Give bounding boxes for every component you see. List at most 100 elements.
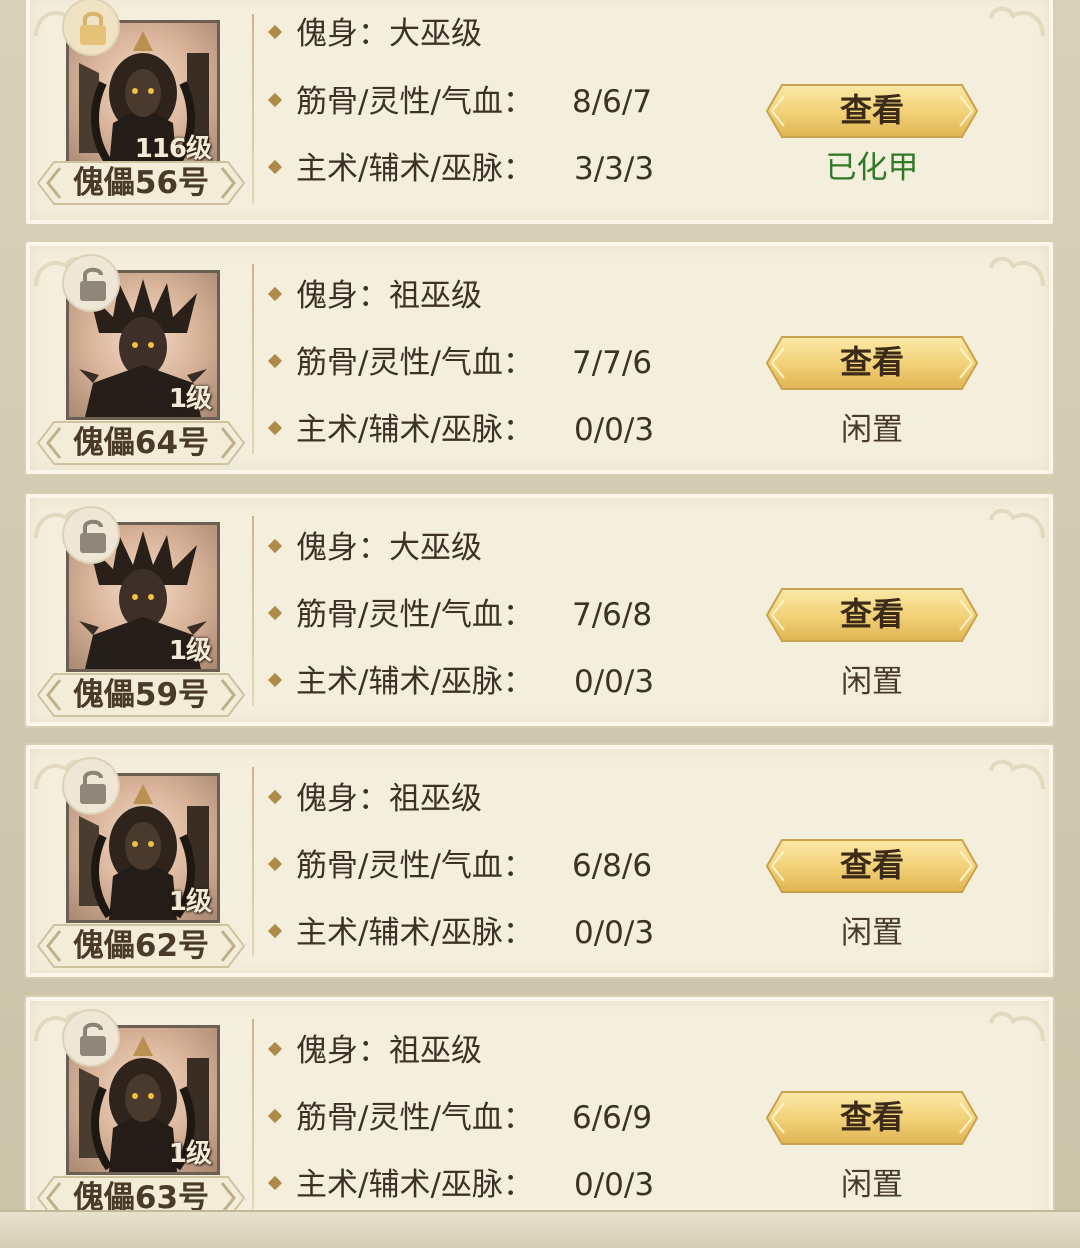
lock-closed-icon (80, 11, 106, 45)
diamond-bullet-icon (267, 1041, 283, 1056)
cloud-ornament-icon (989, 508, 1045, 539)
lock-toggle[interactable] (62, 0, 120, 56)
puppet-name-ribbon: 傀儡64号 (34, 418, 248, 468)
skills-value: 0/0/3 (574, 412, 655, 448)
puppet-level: 1级 (168, 636, 212, 666)
skills-label: 主术/辅术/巫脉： (296, 915, 534, 951)
body-type-row: 傀身：大巫级 (266, 14, 482, 54)
stats-value: 7/6/8 (572, 597, 653, 633)
view-button-label: 查看 (839, 343, 904, 381)
view-button[interactable]: 查看 (764, 82, 980, 140)
view-button[interactable]: 查看 (764, 1089, 980, 1147)
skills-row: 主术/辅术/巫脉： (266, 1165, 534, 1205)
skills-value: 0/0/3 (574, 664, 655, 700)
lock-open-icon (80, 1022, 106, 1056)
stats-label: 筋骨/灵性/气血： (296, 84, 534, 120)
body-type-value: 大巫级 (389, 16, 482, 52)
cloud-ornament-icon (989, 1011, 1045, 1042)
stats-row: 筋骨/灵性/气血： (266, 595, 534, 635)
lock-open-icon (80, 770, 106, 804)
diamond-bullet-icon (267, 159, 283, 174)
stats-value: 6/6/9 (572, 1100, 653, 1136)
divider (252, 767, 254, 957)
puppet-name-ribbon: 傀儡59号 (34, 670, 248, 720)
cloud-ornament-icon (989, 256, 1045, 287)
body-type-prefix: 傀身： (296, 16, 389, 52)
puppet-name: 傀儡59号 (72, 677, 210, 713)
puppet-card: 116级 傀儡56号 傀身：大巫级 筋骨/灵性/气血： 8/6/7 主术/辅术/… (24, 0, 1055, 226)
diamond-bullet-icon (267, 538, 283, 553)
body-type-value: 大巫级 (389, 530, 482, 566)
body-type-row: 傀身：祖巫级 (266, 276, 482, 316)
skills-label: 主术/辅术/巫脉： (296, 151, 534, 187)
stats-value: 8/6/7 (572, 84, 653, 120)
skills-label: 主术/辅术/巫脉： (296, 664, 534, 700)
puppet-level: 1级 (168, 384, 212, 414)
diamond-bullet-icon (267, 789, 283, 804)
divider (252, 516, 254, 706)
divider (252, 264, 254, 454)
skills-value: 3/3/3 (574, 151, 655, 187)
body-type-row: 傀身：祖巫级 (266, 1031, 482, 1071)
view-button[interactable]: 查看 (764, 837, 980, 895)
stats-value: 7/7/6 (572, 345, 653, 381)
divider (252, 14, 254, 204)
view-button-label: 查看 (839, 91, 904, 129)
diamond-bullet-icon (267, 420, 283, 435)
puppet-card: 1级 傀儡59号 傀身：大巫级 筋骨/灵性/气血： 7/6/8 主术/辅术/巫脉… (24, 492, 1055, 728)
cloud-ornament-icon (989, 759, 1045, 790)
divider (252, 1019, 254, 1209)
stats-value: 6/8/6 (572, 848, 653, 884)
lock-open-icon (80, 519, 106, 553)
puppet-name-ribbon: 傀儡62号 (34, 921, 248, 971)
skills-label: 主术/辅术/巫脉： (296, 1167, 534, 1203)
lock-toggle[interactable] (62, 254, 120, 312)
view-button-label: 查看 (839, 595, 904, 633)
view-button[interactable]: 查看 (764, 334, 980, 392)
stats-label: 筋骨/灵性/气血： (296, 1100, 534, 1136)
puppet-card: 1级 傀儡62号 傀身：祖巫级 筋骨/灵性/气血： 6/8/6 主术/辅术/巫脉… (24, 743, 1055, 979)
body-type-row: 傀身：大巫级 (266, 528, 482, 568)
body-type-value: 祖巫级 (389, 278, 482, 314)
stats-label: 筋骨/灵性/气血： (296, 345, 534, 381)
skills-row: 主术/辅术/巫脉： (266, 913, 534, 953)
puppet-name: 傀儡62号 (72, 928, 210, 964)
puppet-name: 傀儡56号 (72, 165, 210, 201)
skills-row: 主术/辅术/巫脉： (266, 662, 534, 702)
puppet-level: 1级 (168, 1139, 212, 1169)
puppet-name-ribbon: 傀儡63号 (34, 1173, 248, 1210)
lock-toggle[interactable] (62, 506, 120, 564)
view-button[interactable]: 查看 (764, 586, 980, 644)
puppet-status: 闲置 (841, 664, 903, 700)
body-type-prefix: 傀身： (296, 1033, 389, 1069)
diamond-bullet-icon (267, 92, 283, 107)
body-type-row: 傀身：祖巫级 (266, 779, 482, 819)
cloud-ornament-icon (989, 6, 1045, 37)
stats-row: 筋骨/灵性/气血： (266, 343, 534, 383)
diamond-bullet-icon (267, 1175, 283, 1190)
puppet-card: 1级 傀儡63号 傀身：祖巫级 筋骨/灵性/气血： 6/6/9 主术/辅术/巫脉… (24, 995, 1055, 1210)
diamond-bullet-icon (267, 24, 283, 39)
diamond-bullet-icon (267, 605, 283, 620)
skills-row: 主术/辅术/巫脉： (266, 410, 534, 450)
skills-value: 0/0/3 (574, 1167, 655, 1203)
puppet-name-ribbon: 傀儡56号 (34, 158, 248, 208)
view-button-label: 查看 (839, 846, 904, 884)
puppet-status: 已化甲 (825, 150, 919, 186)
skills-label: 主术/辅术/巫脉： (296, 412, 534, 448)
skills-value: 0/0/3 (574, 915, 655, 951)
bottom-edge-bar (0, 1210, 1080, 1248)
puppet-name: 傀儡64号 (72, 425, 210, 461)
lock-toggle[interactable] (62, 757, 120, 815)
body-type-prefix: 傀身： (296, 530, 389, 566)
diamond-bullet-icon (267, 672, 283, 687)
stats-row: 筋骨/灵性/气血： (266, 846, 534, 886)
diamond-bullet-icon (267, 923, 283, 938)
puppet-status: 闲置 (841, 412, 903, 448)
puppet-name: 傀儡63号 (72, 1180, 210, 1210)
body-type-prefix: 傀身： (296, 278, 389, 314)
diamond-bullet-icon (267, 353, 283, 368)
lock-toggle[interactable] (62, 1009, 120, 1067)
puppet-list[interactable]: 116级 傀儡56号 傀身：大巫级 筋骨/灵性/气血： 8/6/7 主术/辅术/… (0, 0, 1080, 1210)
stats-row: 筋骨/灵性/气血： (266, 1098, 534, 1138)
